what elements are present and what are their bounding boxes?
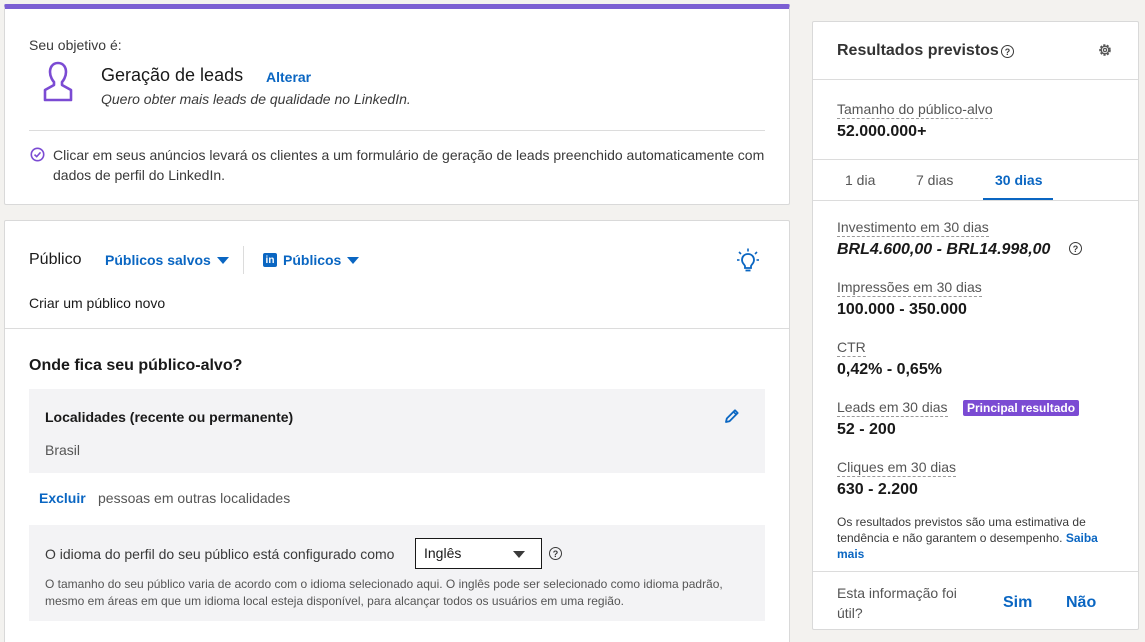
caret-down-icon [513, 551, 525, 558]
lightbulb-icon[interactable] [737, 248, 759, 274]
investment-label[interactable]: Investimento em 30 dias [837, 218, 989, 237]
locations-value: Brasil [45, 442, 81, 458]
language-label: O idioma do perfil do seu público está c… [45, 546, 395, 562]
linkedin-audiences-label: Públicos [283, 252, 342, 268]
forecasted-results-card: Resultados previstos ? Tamanho do públic… [812, 21, 1139, 630]
divider [813, 159, 1138, 160]
language-box: O idioma do perfil do seu público está c… [29, 525, 765, 621]
language-selected-value: Inglês [424, 545, 462, 561]
leads-value: 52 - 200 [837, 421, 896, 438]
check-circle-icon [30, 147, 45, 162]
change-objective-link[interactable]: Alterar [266, 69, 311, 85]
divider [29, 130, 765, 131]
audience-size-value: 52.000.000+ [837, 123, 927, 140]
impressions-value: 100.000 - 350.000 [837, 301, 967, 318]
tab-1-day[interactable]: 1 dia [845, 172, 875, 188]
caret-down-icon [347, 256, 360, 264]
help-icon[interactable]: ? [1069, 242, 1082, 255]
help-icon[interactable]: ? [1001, 45, 1014, 58]
clicks-value: 630 - 2.200 [837, 481, 918, 498]
audience-size-label[interactable]: Tamanho do público-alvo [837, 100, 993, 119]
gear-icon[interactable] [1097, 42, 1113, 58]
locations-title: Localidades (recente ou permanente) [45, 409, 294, 425]
tab-30-days[interactable]: 30 dias [995, 172, 1042, 188]
exclude-text: pessoas em outras localidades [98, 490, 291, 506]
investment-value: BRL4.600,00 - BRL14.998,00 [837, 241, 1051, 258]
main-result-badge: Principal resultado [963, 400, 1080, 416]
leads-label[interactable]: Leads em 30 dias [837, 398, 948, 417]
where-audience-title: Onde fica seu público-alvo? [29, 357, 243, 374]
objective-label: Seu objetivo é: [29, 37, 122, 53]
saved-audiences-label: Públicos salvos [105, 252, 211, 268]
create-new-audience[interactable]: Criar um público novo [29, 295, 165, 311]
ctr-label[interactable]: CTR [837, 338, 866, 357]
clicks-label[interactable]: Cliques em 30 dias [837, 458, 957, 477]
objective-info-text: Clicar em seus anúncios levará os client… [53, 147, 765, 183]
yes-button[interactable]: Sim [1003, 594, 1032, 612]
useful-question: Esta informação foi útil? [837, 585, 957, 621]
caret-down-icon [216, 256, 229, 264]
no-button[interactable]: Não [1066, 594, 1096, 612]
results-disclaimer: Os resultados previstos são uma estimati… [837, 514, 1117, 562]
objective-card: Seu objetivo é: Geração de leads Alterar… [4, 4, 790, 205]
help-icon[interactable]: ? [549, 547, 562, 560]
person-icon [43, 61, 73, 102]
ctr-value: 0,42% - 0,65% [837, 361, 942, 378]
objective-title: Geração de leads [101, 65, 244, 85]
divider [813, 571, 1138, 572]
linkedin-audiences-dropdown[interactable]: in Públicos [263, 252, 360, 268]
linkedin-icon: in [263, 253, 277, 267]
saved-audiences-dropdown[interactable]: Públicos salvos [105, 252, 229, 268]
audience-title: Público [29, 251, 82, 268]
divider [5, 328, 789, 329]
objective-description: Quero obter mais leads de qualidade no L… [101, 91, 411, 107]
disclaimer-text: Os resultados previstos são uma estimati… [837, 515, 1086, 545]
language-select[interactable]: Inglês [415, 538, 542, 569]
pencil-icon[interactable] [723, 407, 741, 425]
audience-card: Público Públicos salvos in Públicos Cria… [4, 220, 790, 642]
divider [813, 200, 1138, 201]
divider [813, 79, 1138, 80]
tab-7-days[interactable]: 7 dias [916, 172, 953, 188]
results-title: Resultados previstos [837, 42, 999, 59]
exclude-button[interactable]: Excluir [39, 490, 86, 506]
locations-box: Localidades (recente ou permanente) Bras… [29, 389, 765, 473]
language-note: O tamanho do seu público varia de acordo… [45, 577, 723, 608]
divider [243, 246, 244, 274]
impressions-label[interactable]: Impressões em 30 dias [837, 278, 982, 297]
